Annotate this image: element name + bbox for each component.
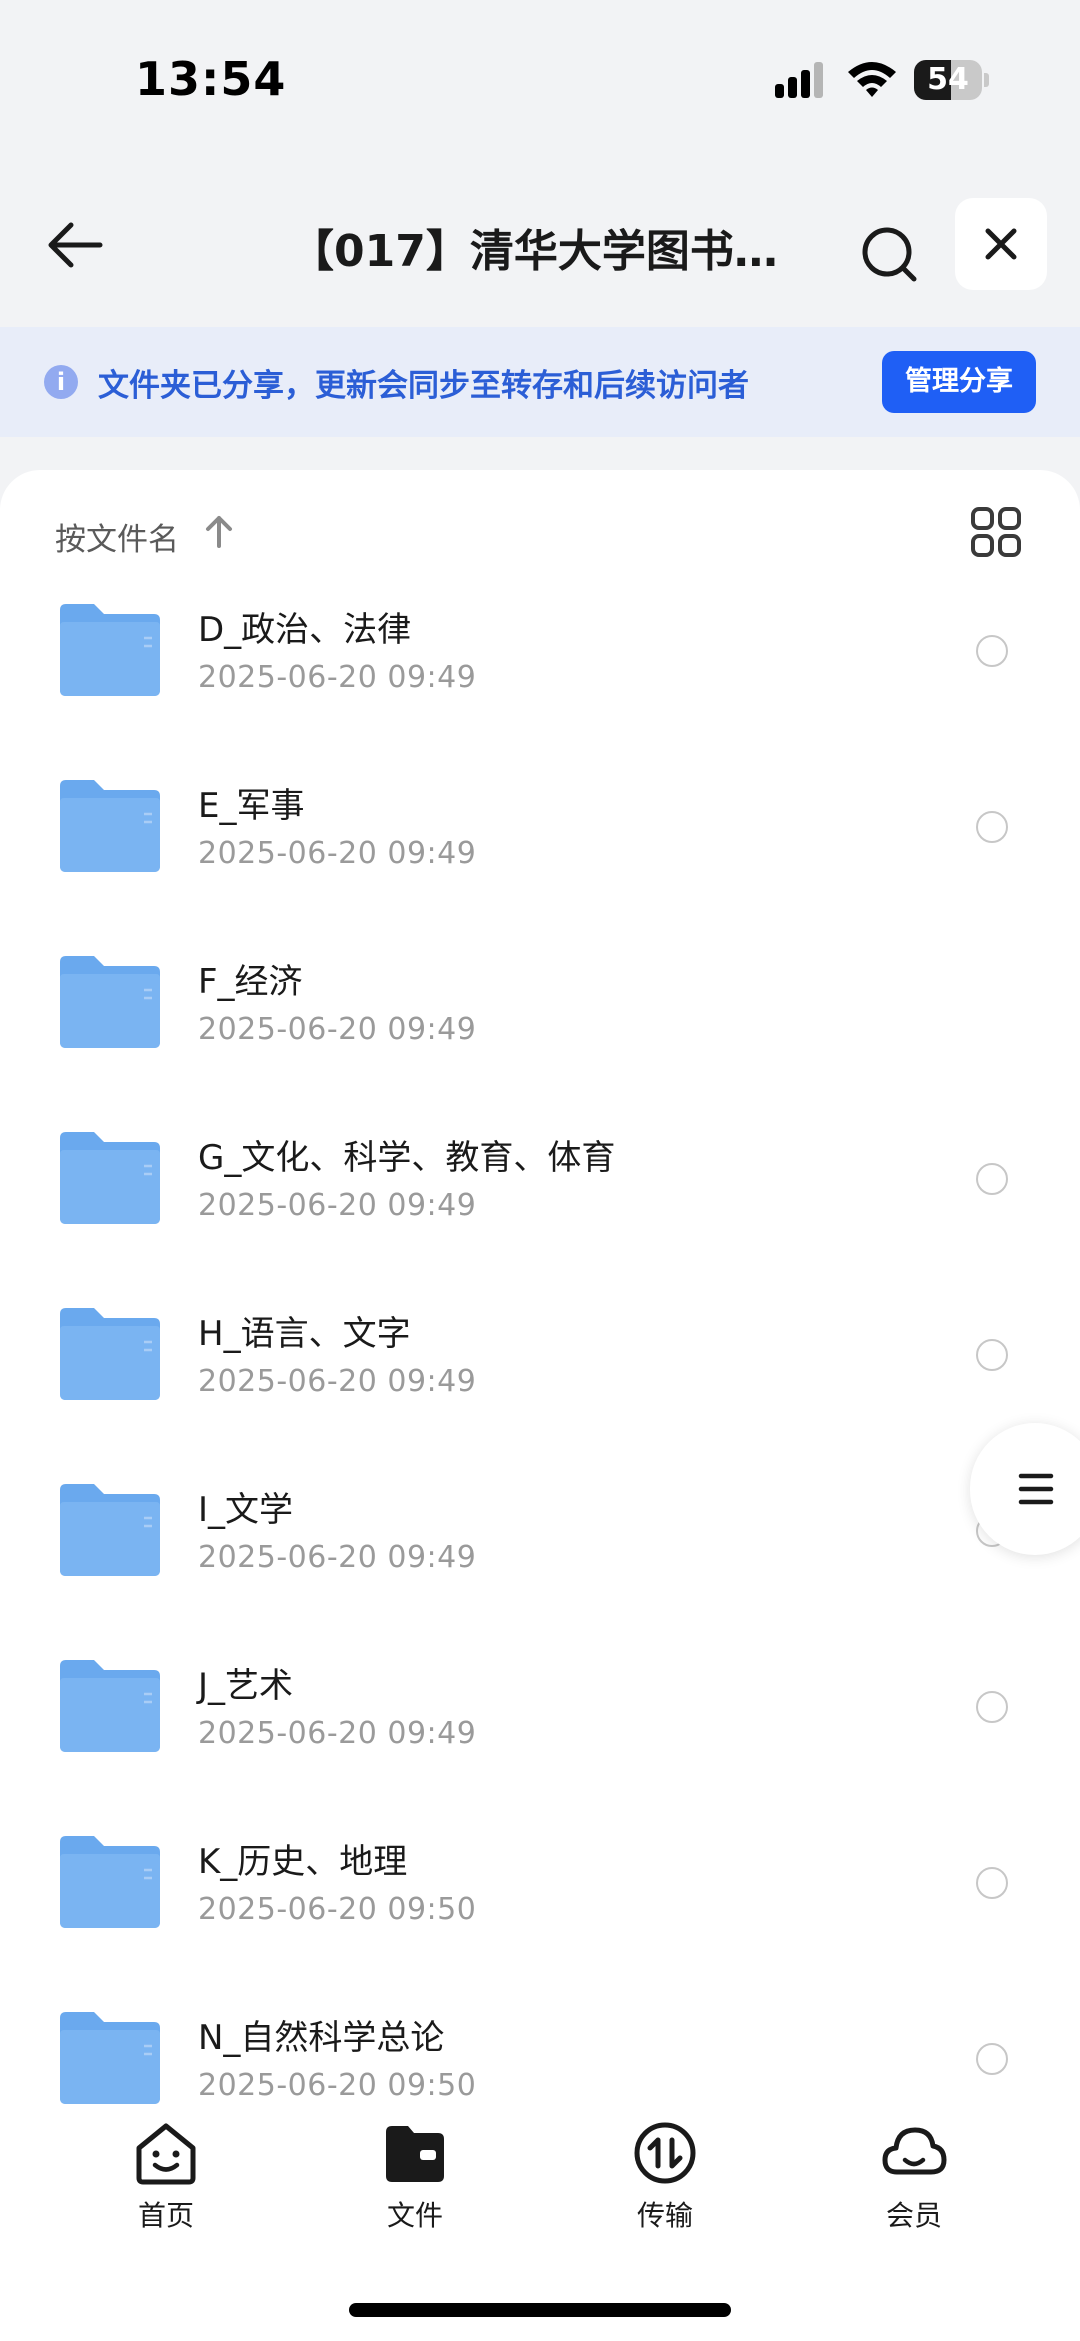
folder-icon: [60, 1484, 160, 1576]
share-banner-message: 文件夹已分享，更新会同步至转存和后续访问者: [98, 368, 749, 404]
smiley-home-icon: [136, 2123, 196, 2185]
folder-icon: [60, 1308, 160, 1400]
file-row[interactable]: D_政治、法律 2025-06-20 09:49: [0, 580, 1080, 756]
select-checkbox[interactable]: [976, 811, 1008, 843]
file-date: 2025-06-20 09:50: [198, 2068, 477, 2103]
share-banner: i 文件夹已分享，更新会同步至转存和后续访问者 管理分享: [0, 327, 1080, 437]
file-name: N_自然科学总论: [198, 2018, 445, 2058]
tab-files-label: 文件: [386, 2199, 443, 2232]
sort-ascending-icon[interactable]: [204, 514, 234, 548]
status-time: 13:54: [135, 52, 287, 106]
info-icon: i: [44, 365, 78, 399]
select-checkbox[interactable]: [976, 1339, 1008, 1371]
header: 【017】清华大学图书…: [0, 180, 1080, 310]
file-panel: 按文件名 D_政治、法律 2025-06-20 09:49 E_军事 2025-06-…: [0, 470, 1080, 2341]
folder-icon: [386, 2126, 444, 2182]
file-name: K_历史、地理: [198, 1842, 408, 1882]
tab-home-label: 首页: [137, 2199, 194, 2232]
grid-view-icon[interactable]: [970, 506, 1022, 558]
tab-home[interactable]: 首页: [76, 2120, 256, 2240]
tab-member-label: 会员: [885, 2199, 942, 2232]
folder-icon: [60, 1660, 160, 1752]
search-button[interactable]: [845, 210, 935, 300]
file-row[interactable]: N_自然科学总论 2025-06-20 09:50: [0, 1988, 1080, 2110]
file-name: G_文化、科学、教育、体育: [198, 1138, 616, 1178]
file-date: 2025-06-20 09:49: [198, 1540, 477, 1575]
folder-icon: [60, 2012, 160, 2104]
file-row[interactable]: I_文学 2025-06-20 09:49: [0, 1460, 1080, 1636]
file-date: 2025-06-20 09:49: [198, 660, 477, 695]
page-title: 【017】清华大学图书…: [290, 226, 778, 277]
tab-transfer[interactable]: 传输: [575, 2120, 755, 2240]
file-row[interactable]: H_语言、文字 2025-06-20 09:49: [0, 1284, 1080, 1460]
transfer-icon: [634, 2122, 696, 2184]
file-date: 2025-06-20 09:49: [198, 1716, 477, 1751]
file-date: 2025-06-20 09:49: [198, 1188, 477, 1223]
back-arrow-icon: [48, 222, 103, 268]
file-list: D_政治、法律 2025-06-20 09:49 E_军事 2025-06-20 09…: [0, 580, 1080, 2110]
file-name: D_政治、法律: [198, 610, 412, 650]
status-bar: 13:54 54: [0, 0, 1080, 160]
sort-by-name-button[interactable]: 按文件名: [55, 514, 179, 559]
file-name: H_语言、文字: [198, 1314, 411, 1354]
close-icon: [985, 228, 1017, 260]
menu-lines-icon: [1018, 1473, 1054, 1505]
file-date: 2025-06-20 09:49: [198, 1012, 477, 1047]
file-row[interactable]: E_军事 2025-06-20 09:49: [0, 756, 1080, 932]
battery-icon: 54: [914, 60, 989, 100]
tab-member[interactable]: 会员: [824, 2120, 1004, 2240]
file-date: 2025-06-20 09:49: [198, 836, 477, 871]
file-name: F_经济: [198, 962, 303, 1002]
tab-transfer-label: 传输: [636, 2199, 693, 2232]
file-date: 2025-06-20 09:50: [198, 1892, 477, 1927]
folder-icon: [60, 956, 160, 1048]
screen: 13:54 54 【017】清华大学图书… i 文件夹已分享，更新会同步至转存和…: [0, 0, 1080, 2341]
wifi-icon: [848, 62, 896, 97]
select-checkbox[interactable]: [976, 2043, 1008, 2075]
folder-icon: [60, 1836, 160, 1928]
file-name: E_军事: [198, 786, 305, 826]
home-indicator: [349, 2303, 731, 2317]
tab-files[interactable]: 文件: [325, 2120, 505, 2240]
file-row[interactable]: K_历史、地理 2025-06-20 09:50: [0, 1812, 1080, 1988]
select-checkbox[interactable]: [976, 635, 1008, 667]
select-checkbox[interactable]: [976, 1867, 1008, 1899]
file-row[interactable]: F_经济 2025-06-20 09:49: [0, 932, 1080, 1108]
cloud-member-icon: [882, 2127, 947, 2175]
cellular-signal-icon: [775, 62, 823, 98]
file-row[interactable]: J_艺术 2025-06-20 09:49: [0, 1636, 1080, 1812]
select-checkbox[interactable]: [976, 1163, 1008, 1195]
manage-share-button[interactable]: 管理分享: [882, 351, 1036, 413]
select-checkbox[interactable]: [976, 1691, 1008, 1723]
folder-icon: [60, 604, 160, 696]
folder-icon: [60, 780, 160, 872]
file-row[interactable]: G_文化、科学、教育、体育 2025-06-20 09:49: [0, 1108, 1080, 1284]
sort-bar: 按文件名: [0, 470, 1080, 580]
back-button[interactable]: [30, 205, 120, 285]
file-date: 2025-06-20 09:49: [198, 1364, 477, 1399]
file-name: I_文学: [198, 1490, 294, 1530]
battery-level: 54: [927, 62, 969, 97]
search-icon: [862, 227, 917, 282]
file-name: J_艺术: [198, 1666, 294, 1706]
close-button[interactable]: [955, 198, 1047, 290]
folder-icon: [60, 1132, 160, 1224]
